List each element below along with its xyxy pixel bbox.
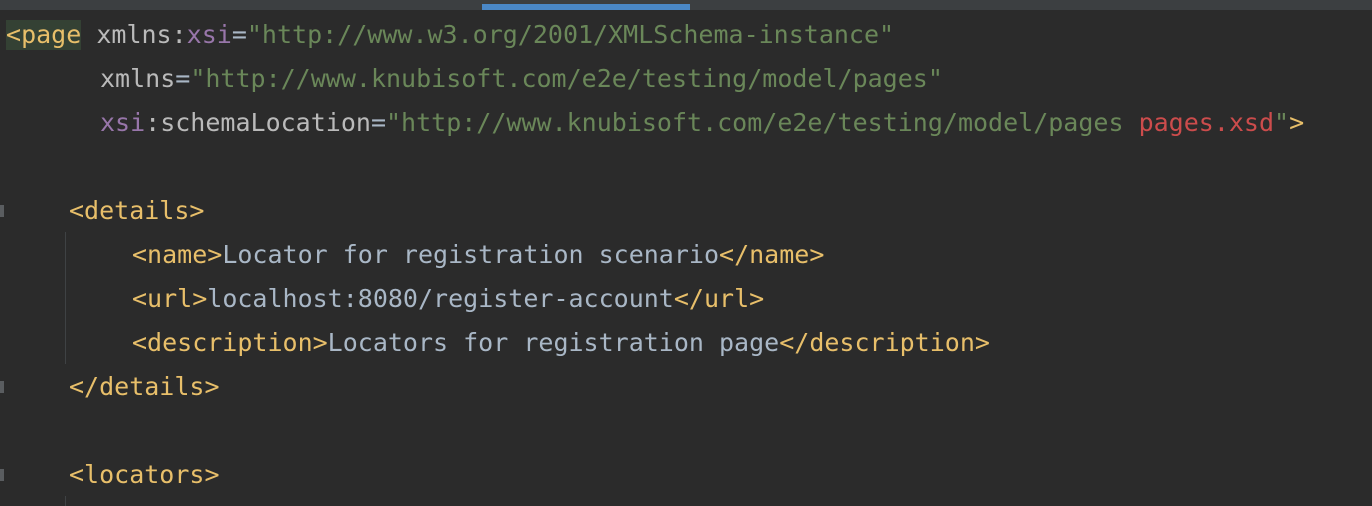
attr-equals: =: [175, 64, 191, 93]
tag-close-bracket: >: [1289, 108, 1305, 137]
attr-value-schema-file: pages.xsd: [1138, 108, 1275, 137]
attr-xmlns: xmlns: [100, 64, 176, 93]
fold-marker-locators[interactable]: [0, 469, 4, 481]
attr-value-xmlns: "http://www.knubisoft.com/e2e/testing/mo…: [190, 64, 943, 93]
indent-guide-locators: [65, 496, 66, 506]
attr-equals: =: [231, 20, 247, 49]
code-line-1[interactable]: <page xmlns:xsi="http://www.w3.org/2001/…: [6, 20, 894, 50]
code-line-name[interactable]: <name>Locator for registration scenario<…: [132, 240, 824, 270]
code-line-3[interactable]: xsi:schemaLocation="http://www.knubisoft…: [100, 108, 1304, 138]
description-text: Locators for registration page: [327, 328, 780, 357]
tag-url-close: </url>: [673, 284, 765, 313]
attr-value-xsi: "http://www.w3.org/2001/XMLSchema-instan…: [246, 20, 895, 49]
fold-marker-details-end[interactable]: [0, 381, 4, 393]
indent-guide-details: [65, 232, 66, 364]
scroll-indicator[interactable]: [482, 4, 690, 10]
fold-marker-details[interactable]: [0, 205, 4, 217]
tag-name-close: </name>: [719, 240, 825, 269]
tag-description-close: </description>: [779, 328, 990, 357]
attr-equals: =: [370, 108, 386, 137]
tag-name-open: <name>: [132, 240, 223, 269]
matched-tag-highlight: <page: [6, 20, 82, 50]
attr-value-schema-uri: "http://www.knubisoft.com/e2e/testing/mo…: [386, 108, 1139, 137]
tag-description-open: <description>: [132, 328, 328, 357]
tag-open-bracket: <: [6, 20, 22, 49]
code-line-details-close[interactable]: </details>: [69, 372, 220, 402]
code-line-locators-open[interactable]: <locators>: [69, 460, 220, 490]
attr-xsi-namespace: xsi: [100, 108, 146, 137]
attr-xsi-namespace: xsi: [186, 20, 232, 49]
code-line-description[interactable]: <description>Locators for registration p…: [132, 328, 990, 358]
attr-value-quote-end: ": [1274, 108, 1290, 137]
attr-xmlns-prefix: xmlns:: [96, 20, 187, 49]
code-line-details-open[interactable]: <details>: [69, 196, 204, 226]
name-text: Locator for registration scenario: [222, 240, 720, 269]
code-line-url[interactable]: <url>localhost:8080/register-account</ur…: [132, 284, 764, 314]
url-text: localhost:8080/register-account: [207, 284, 674, 313]
tag-url-open: <url>: [132, 284, 208, 313]
tag-name-page: page: [21, 20, 82, 49]
code-editor[interactable]: <page xmlns:xsi="http://www.w3.org/2001/…: [0, 0, 1372, 506]
attr-schema-location: :schemaLocation: [145, 108, 371, 137]
code-line-2[interactable]: xmlns="http://www.knubisoft.com/e2e/test…: [100, 64, 943, 94]
